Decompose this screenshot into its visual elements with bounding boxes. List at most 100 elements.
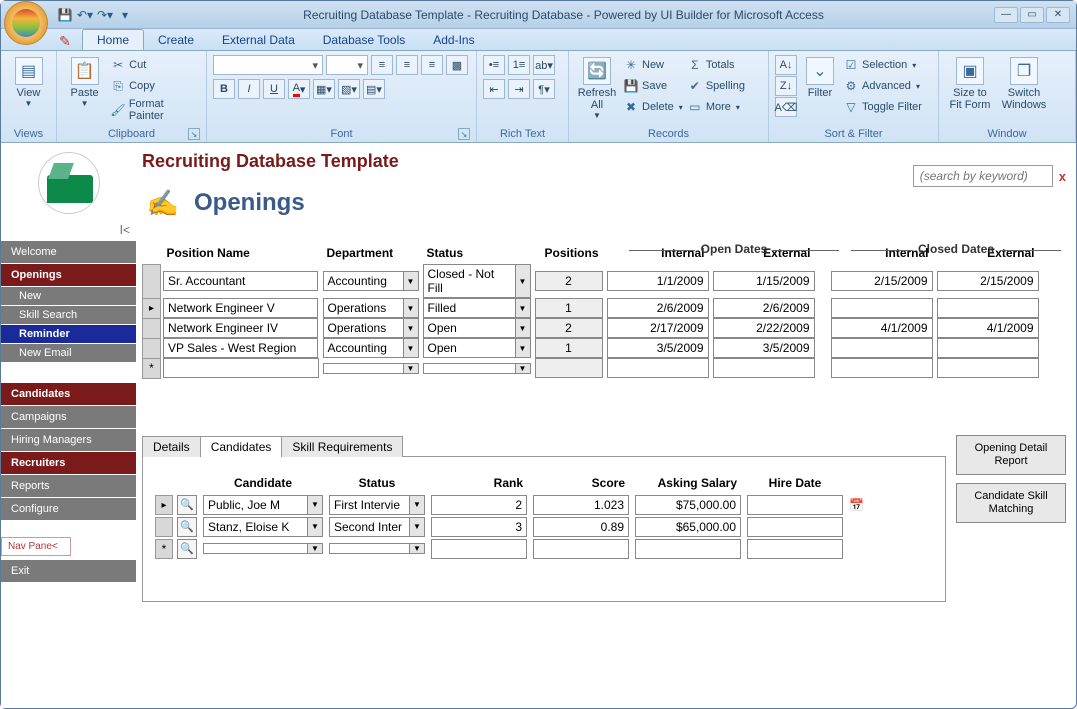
position-input[interactable] <box>163 338 318 358</box>
qat-customize-icon[interactable]: ▾ <box>117 7 133 23</box>
position-input[interactable] <box>163 298 318 318</box>
open-external-input[interactable] <box>713 271 815 291</box>
closed-external-input[interactable] <box>937 298 1039 318</box>
gridlines-button[interactable]: ▧▾ <box>338 79 360 99</box>
open-internal-input[interactable] <box>607 338 709 358</box>
candidate-combo[interactable]: Stanz, Eloise K▼ <box>203 517 323 537</box>
sidebar-item-openings[interactable]: Openings <box>1 264 136 287</box>
sort-desc-button[interactable]: Z↓ <box>775 76 797 96</box>
save-icon[interactable]: 💾 <box>57 7 73 23</box>
asking-input[interactable] <box>635 495 741 515</box>
closed-external-input[interactable] <box>937 271 1039 291</box>
sort-asc-button[interactable]: A↓ <box>775 55 797 75</box>
tab-skill-requirements[interactable]: Skill Requirements <box>281 436 403 457</box>
undo-icon[interactable]: ↶▾ <box>77 7 93 23</box>
totals-button[interactable]: ΣTotals <box>687 55 745 75</box>
redo-icon[interactable]: ↷▾ <box>97 7 113 23</box>
rank-input[interactable] <box>431 517 527 537</box>
position-input[interactable] <box>163 358 319 378</box>
cut-button[interactable]: ✂Cut <box>110 55 200 75</box>
candidate-combo[interactable]: ▼ <box>203 543 323 554</box>
row-selector[interactable] <box>143 264 161 298</box>
closed-internal-input[interactable] <box>831 338 933 358</box>
open-external-input[interactable] <box>713 298 815 318</box>
closed-external-input[interactable] <box>937 338 1039 358</box>
save-record-button[interactable]: 💾Save <box>623 76 683 96</box>
row-selector[interactable] <box>143 318 161 338</box>
openings-row[interactable]: Operations▼ Filled▼ <box>143 298 1041 318</box>
hire-date-input[interactable] <box>747 539 843 559</box>
clear-sort-button[interactable]: A⌫ <box>775 97 797 117</box>
clear-search-button[interactable]: x <box>1059 169 1066 184</box>
number-list-button[interactable]: 1≡ <box>508 55 530 75</box>
increase-indent-button[interactable]: ⇥ <box>508 79 530 99</box>
closed-internal-input[interactable] <box>831 298 933 318</box>
closed-external-input[interactable] <box>937 318 1039 338</box>
font-size-combo[interactable]: ▾ <box>326 55 368 75</box>
underline-button[interactable]: U <box>263 79 285 99</box>
open-record-icon[interactable]: 🔍 <box>177 517 197 537</box>
closed-internal-input[interactable] <box>831 358 933 378</box>
selection-button[interactable]: ☑Selection▾ <box>843 55 922 75</box>
row-selector[interactable] <box>155 539 173 559</box>
candidate-combo[interactable]: Public, Joe M▼ <box>203 495 323 515</box>
office-button[interactable] <box>4 1 48 45</box>
open-record-icon[interactable]: 🔍 <box>177 495 197 515</box>
delete-record-button[interactable]: ✖Delete▾ <box>623 97 683 117</box>
department-combo[interactable]: Operations▼ <box>323 298 419 318</box>
ribbon-tab-create[interactable]: Create <box>144 30 208 50</box>
highlight-button[interactable]: ab▾ <box>533 55 555 75</box>
closed-internal-input[interactable] <box>831 271 933 291</box>
asking-input[interactable] <box>635 517 741 537</box>
nav-pane-button[interactable]: Nav Pane< <box>1 537 71 556</box>
position-input[interactable] <box>163 318 318 338</box>
positions-input[interactable] <box>535 338 603 358</box>
ribbon-tab-home[interactable]: Home <box>82 29 144 50</box>
close-button[interactable]: ✕ <box>1046 7 1070 23</box>
candidate-row[interactable]: 🔍 Stanz, Eloise K▼ Second Inter▼ <box>155 517 867 537</box>
alt-row-button[interactable]: ▤▾ <box>363 79 385 99</box>
position-input[interactable] <box>163 271 318 291</box>
cand-status-combo[interactable]: First Intervie▼ <box>329 495 425 515</box>
department-combo[interactable]: Accounting▼ <box>323 338 419 358</box>
positions-input[interactable] <box>535 358 603 378</box>
spelling-button[interactable]: ✔Spelling <box>687 76 745 96</box>
positions-input[interactable] <box>535 318 603 338</box>
align-center-button[interactable]: ≡ <box>396 55 418 75</box>
status-combo[interactable]: Filled▼ <box>423 298 531 318</box>
rank-input[interactable] <box>431 495 527 515</box>
paste-button[interactable]: 📋 Paste ▼ <box>63 55 106 110</box>
open-internal-input[interactable] <box>607 318 709 338</box>
row-selector[interactable] <box>143 298 161 318</box>
calendar-icon[interactable]: 📅 <box>849 498 864 512</box>
row-selector[interactable] <box>143 338 161 358</box>
department-combo[interactable]: ▼ <box>323 363 419 374</box>
openings-row[interactable]: ▼ ▼ <box>143 358 1041 378</box>
alt-fill-button[interactable]: ▦▾ <box>313 79 335 99</box>
refresh-all-button[interactable]: 🔄 Refresh All ▼ <box>575 55 619 122</box>
candidate-row[interactable]: 🔍 ▼ ▼ <box>155 539 867 559</box>
cand-status-combo[interactable]: Second Inter▼ <box>329 517 425 537</box>
font-color-button[interactable]: A▾ <box>288 79 310 99</box>
positions-input[interactable] <box>535 271 603 291</box>
toggle-filter-button[interactable]: ▽Toggle Filter <box>843 97 922 117</box>
fill-color-button[interactable]: ▩ <box>446 55 468 75</box>
align-right-button[interactable]: ≡ <box>421 55 443 75</box>
status-combo[interactable]: Closed - Not Fill▼ <box>423 264 531 298</box>
ribbon-tab-add-ins[interactable]: Add-Ins <box>419 30 488 50</box>
open-internal-input[interactable] <box>607 271 709 291</box>
minimize-button[interactable]: — <box>994 7 1018 23</box>
sidebar-item-reports[interactable]: Reports <box>1 475 136 498</box>
bullet-list-button[interactable]: •≡ <box>483 55 505 75</box>
exit-button[interactable]: Exit <box>1 560 136 583</box>
text-direction-button[interactable]: ¶▾ <box>533 79 555 99</box>
font-name-combo[interactable]: ▾ <box>213 55 323 75</box>
sidebar-item-skill-search[interactable]: Skill Search <box>1 306 136 325</box>
row-selector[interactable] <box>143 358 161 378</box>
size-to-fit-button[interactable]: ▣ Size to Fit Form <box>945 55 995 113</box>
italic-button[interactable]: I <box>238 79 260 99</box>
maximize-button[interactable]: ▭ <box>1020 7 1044 23</box>
search-input[interactable] <box>913 165 1053 187</box>
open-internal-input[interactable] <box>607 358 709 378</box>
access-object-icon[interactable]: ✎ <box>56 32 74 50</box>
